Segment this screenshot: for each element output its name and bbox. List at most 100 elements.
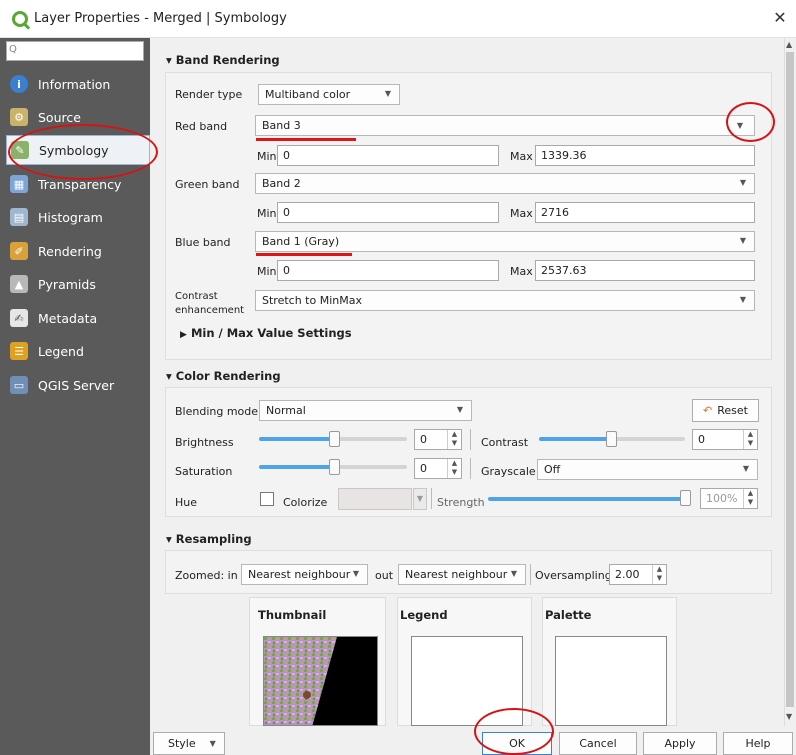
chevron-down-icon: ▼ (739, 178, 746, 187)
blue-max-label: Max (510, 265, 533, 278)
scroll-down-icon[interactable]: ▼ (786, 712, 792, 721)
chevron-down-icon: ▼ (739, 236, 746, 245)
chevron-down-icon[interactable]: ▼ (413, 488, 427, 510)
style-menu-button[interactable]: Style ▼ (153, 732, 225, 755)
blue-max-input[interactable]: 2537.63 (535, 260, 755, 281)
red-underline-annotation (256, 138, 356, 141)
zoomed-out-select[interactable]: Nearest neighbour ▼ (398, 564, 526, 585)
palette-label: Palette (545, 608, 592, 622)
server-icon: ▭ (10, 376, 28, 394)
close-icon[interactable]: ✕ (770, 8, 790, 27)
grayscale-label: Grayscale (481, 465, 536, 478)
zoomed-out-label: out (375, 569, 394, 582)
help-button[interactable]: Help (723, 732, 793, 755)
color-rendering-header[interactable]: ▾ Color Rendering (166, 369, 281, 383)
green-band-select[interactable]: Band 2 ▼ (255, 173, 755, 194)
cancel-button[interactable]: Cancel (559, 732, 637, 755)
legend-icon: ☰ (10, 342, 28, 360)
sidebar-item-histogram[interactable]: ▤ Histogram (6, 202, 150, 232)
spin-arrows-icon[interactable]: ▲ ▼ (447, 430, 461, 449)
spin-arrows-icon[interactable]: ▲ ▼ (652, 565, 666, 584)
sidebar-item-label: Legend (38, 343, 84, 359)
reset-arrow-icon: ↶ (703, 404, 713, 417)
red-max-input[interactable]: 1339.36 (535, 145, 755, 166)
blue-min-input[interactable]: 0 (277, 260, 499, 281)
thumbnail-label: Thumbnail (258, 608, 327, 622)
band-rendering-header[interactable]: ▾ Band Rendering (166, 53, 280, 67)
saturation-slider-handle[interactable] (329, 459, 340, 475)
select-value: Nearest neighbour (248, 568, 351, 581)
section-title: Color Rendering (175, 369, 281, 383)
brightness-slider-handle[interactable] (329, 431, 340, 447)
section-title: Band Rendering (175, 53, 280, 67)
separator (431, 488, 432, 509)
blending-mode-select[interactable]: Normal ▼ (259, 400, 472, 421)
saturation-label: Saturation (175, 465, 233, 478)
pyramids-icon: ▲ (10, 275, 28, 293)
spin-value: 0 (420, 462, 427, 475)
sidebar-item-label: Histogram (38, 209, 103, 225)
green-min-input[interactable]: 0 (277, 202, 499, 223)
button-label: Cancel (579, 737, 617, 750)
chevron-down-icon: ▼ (384, 89, 391, 98)
button-label: Style (168, 737, 196, 750)
sidebar-item-information[interactable]: i Information (6, 69, 150, 99)
sidebar-item-rendering[interactable]: ✐ Rendering (6, 236, 150, 266)
strength-spinbox[interactable]: 100% ▲ ▼ (700, 488, 758, 509)
sidebar-item-metadata[interactable]: ✍ Metadata (6, 303, 150, 333)
sidebar-search-input[interactable] (6, 41, 144, 61)
blue-band-select[interactable]: Band 1 (Gray) ▼ (255, 231, 755, 252)
spin-value: 2.00 (615, 568, 640, 581)
sidebar-item-qgis-server[interactable]: ▭ QGIS Server (6, 370, 150, 400)
resampling-header[interactable]: ▾ Resampling (166, 532, 252, 546)
red-min-label: Min (257, 150, 277, 163)
spin-arrows-icon[interactable]: ▲ ▼ (743, 489, 757, 508)
colorize-checkbox[interactable] (260, 492, 274, 506)
strength-slider-handle[interactable] (680, 490, 691, 506)
separator (530, 564, 531, 585)
brightness-slider-fill (259, 437, 335, 441)
hue-label: Hue (175, 496, 198, 509)
spin-arrows-icon[interactable]: ▲ ▼ (447, 459, 461, 478)
spin-value: 0 (698, 433, 705, 446)
spin-arrows-icon[interactable]: ▲ ▼ (743, 430, 757, 449)
contrast-label: Contrast (481, 436, 529, 449)
contrast-spinbox[interactable]: 0 ▲ ▼ (692, 429, 758, 450)
scroll-up-icon[interactable]: ▲ (786, 40, 792, 49)
red-band-select[interactable]: Band 3 ▼ (255, 115, 755, 136)
green-max-input[interactable]: 2716 (535, 202, 755, 223)
saturation-slider-fill (259, 465, 335, 469)
sidebar-item-pyramids[interactable]: ▲ Pyramids (6, 269, 150, 299)
chevron-down-icon: ▼ (510, 569, 517, 578)
contrast-slider-fill (539, 437, 612, 441)
window-title: Layer Properties - Merged | Symbology (34, 11, 287, 26)
minmax-settings-header[interactable]: ▶ Min / Max Value Settings (180, 326, 352, 340)
green-max-label: Max (510, 207, 533, 220)
saturation-spinbox[interactable]: 0 ▲ ▼ (414, 458, 462, 479)
collapse-arrow-icon: ▾ (166, 532, 172, 546)
select-value: Band 3 (262, 119, 301, 132)
search-icon: Q (9, 44, 17, 55)
oversampling-spinbox[interactable]: 2.00 ▲ ▼ (609, 564, 667, 585)
select-value: Band 2 (262, 177, 301, 190)
render-type-select[interactable]: Multiband color ▼ (258, 84, 400, 105)
brightness-label: Brightness (175, 436, 234, 449)
strength-slider[interactable] (488, 497, 684, 501)
contrast-slider-handle[interactable] (606, 431, 617, 447)
contrast-enhancement-label-2: enhancement (175, 305, 245, 316)
contrast-enhancement-label-1: Contrast (175, 291, 218, 302)
zoomed-in-select[interactable]: Nearest neighbour ▼ (241, 564, 368, 585)
select-value: Multiband color (265, 88, 351, 101)
reset-button[interactable]: ↶ Reset (692, 399, 759, 422)
grayscale-select[interactable]: Off ▼ (537, 459, 758, 480)
colorize-color-button[interactable] (338, 488, 412, 510)
sidebar-item-legend[interactable]: ☰ Legend (6, 336, 150, 366)
apply-button[interactable]: Apply (643, 732, 717, 755)
red-min-input[interactable]: 0 (277, 145, 499, 166)
collapse-arrow-icon: ▾ (166, 369, 172, 383)
red-circle-annotation (474, 708, 554, 755)
contrast-enhancement-select[interactable]: Stretch to MinMax ▼ (255, 290, 755, 311)
scrollbar-thumb[interactable] (786, 52, 794, 707)
blue-min-label: Min (257, 265, 277, 278)
brightness-spinbox[interactable]: 0 ▲ ▼ (414, 429, 462, 450)
